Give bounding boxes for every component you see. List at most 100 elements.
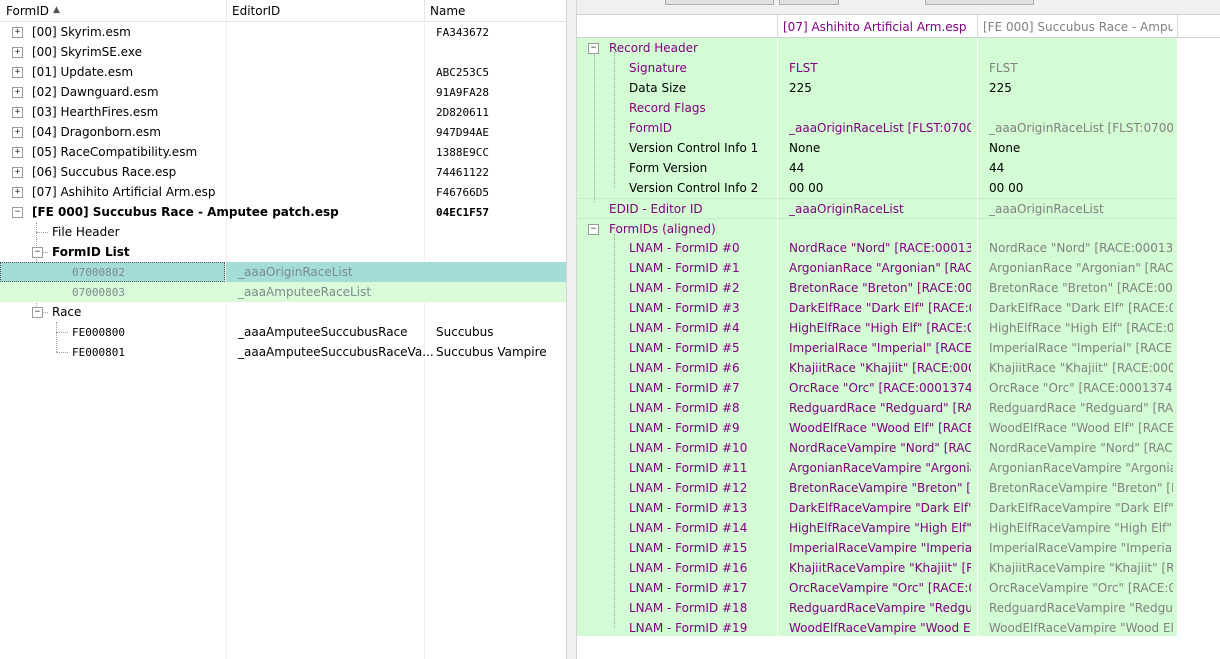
column-separator[interactable]	[226, 0, 227, 21]
field-label: LNAM - FormID #12	[629, 481, 748, 495]
record-row-lnam[interactable]: LNAM - FormID #12 BretonRaceVampire "Bre…	[577, 478, 1177, 498]
record-row-lnam[interactable]: LNAM - FormID #19 WoodElfRaceVampire "Wo…	[577, 618, 1177, 638]
record-row-lnam[interactable]: LNAM - FormID #9 WoodElfRace "Wood Elf" …	[577, 418, 1177, 438]
field-value: ImperialRace "Imperial" [RACE:0...	[789, 341, 971, 355]
record-row-lnam[interactable]: LNAM - FormID #2 BretonRace "Breton" [RA…	[577, 278, 1177, 298]
field-label: LNAM - FormID #4	[629, 321, 740, 335]
record-row-lnam[interactable]: LNAM - FormID #10 NordRaceVampire "Nord"…	[577, 438, 1177, 458]
field-label: LNAM - FormID #15	[629, 541, 748, 555]
tree-row-plugin[interactable]: + [05] RaceCompatibility.esm 1388E9CC	[0, 142, 566, 162]
tree-row-record[interactable]: FE000801 _aaaAmputeeSuccubusRaceVa... Su…	[0, 342, 566, 362]
column-separator[interactable]	[777, 15, 778, 39]
tree-row-record[interactable]: FE000800 _aaaAmputeeSuccubusRace Succubu…	[0, 322, 566, 342]
field-value-override: 44	[989, 161, 1005, 175]
expand-icon[interactable]: +	[12, 107, 23, 118]
record-view-pane[interactable]: [07] Ashihito Artificial Arm.esp [FE 000…	[577, 0, 1220, 659]
record-row-lnam[interactable]: LNAM - FormID #7 OrcRace "Orc" [RACE:000…	[577, 378, 1177, 398]
column-separator[interactable]	[1177, 15, 1178, 39]
expand-icon[interactable]: +	[12, 27, 23, 38]
record-row[interactable]: Version Control Info 1 None None	[577, 138, 1177, 158]
plugin-label: [03] HearthFires.esm	[32, 105, 159, 119]
collapse-icon[interactable]: −	[588, 43, 599, 54]
record-row[interactable]: Signature FLST FLST	[577, 58, 1177, 78]
tree-row-group[interactable]: − Race	[0, 302, 566, 322]
expand-icon[interactable]: +	[12, 47, 23, 58]
record-row[interactable]: EDID - Editor ID _aaaOriginRaceList _aaa…	[577, 198, 1177, 218]
tree-row-plugin-active[interactable]: − [FE 000] Succubus Race - Amputee patch…	[0, 202, 566, 222]
field-label: Version Control Info 1	[629, 141, 759, 155]
plugin-label: [02] Dawnguard.esm	[32, 85, 159, 99]
toolbar-button[interactable]	[925, 0, 1034, 5]
record-row-lnam[interactable]: LNAM - FormID #17 OrcRaceVampire "Orc" […	[577, 578, 1177, 598]
field-value-override: HighElfRaceVampire "High Elf" [...	[989, 521, 1173, 535]
editorid-column-header[interactable]: EditorID	[232, 4, 280, 18]
record-row-lnam[interactable]: LNAM - FormID #16 KhajiitRaceVampire "Kh…	[577, 558, 1177, 578]
field-value: OrcRaceVampire "Orc" [RACE:00...	[789, 581, 971, 595]
record-row-lnam[interactable]: LNAM - FormID #14 HighElfRaceVampire "Hi…	[577, 518, 1177, 538]
expand-icon[interactable]: +	[12, 167, 23, 178]
record-tree-pane[interactable]: FormID ▲ EditorID Name + [00] Skyrim.esm…	[0, 0, 566, 659]
tree-row-plugin[interactable]: + [06] Succubus Race.esp 74461122	[0, 162, 566, 182]
expand-icon[interactable]: +	[12, 67, 23, 78]
expand-icon[interactable]: +	[12, 127, 23, 138]
tree-row-plugin[interactable]: + [07] Ashihito Artificial Arm.esp F4676…	[0, 182, 566, 202]
expand-icon[interactable]: +	[12, 187, 23, 198]
tree-row-plugin[interactable]: + [03] HearthFires.esm 2D820611	[0, 102, 566, 122]
column-separator[interactable]	[424, 0, 425, 21]
record-row[interactable]: FormID _aaaOriginRaceList [FLST:070008..…	[577, 118, 1177, 138]
plugin-label: [00] Skyrim.esm	[32, 25, 131, 39]
record-row-lnam[interactable]: LNAM - FormID #8 RedguardRace "Redguard"…	[577, 398, 1177, 418]
field-label: LNAM - FormID #3	[629, 301, 740, 315]
record-row-group[interactable]: − Record Header	[577, 38, 1177, 58]
expand-icon[interactable]: +	[12, 147, 23, 158]
name-column-header[interactable]: Name	[430, 4, 465, 18]
record-row[interactable]: Form Version 44 44	[577, 158, 1177, 178]
tree-row-plugin[interactable]: + [00] Skyrim.esm FA343672	[0, 22, 566, 42]
field-value-override: ImperialRaceVampire "Imperial" ...	[989, 541, 1173, 555]
record-row-group[interactable]: − FormIDs (aligned)	[577, 218, 1177, 238]
tree-row-plugin[interactable]: + [01] Update.esm ABC253C5	[0, 62, 566, 82]
field-value: BretonRace "Breton" [RACE:0001...	[789, 281, 971, 295]
tree-row-plugin[interactable]: + [02] Dawnguard.esm 91A9FA28	[0, 82, 566, 102]
field-value-override: RedguardRaceVampire "Redguar...	[989, 601, 1173, 615]
plugin-column-header[interactable]: [07] Ashihito Artificial Arm.esp	[783, 20, 967, 34]
record-row[interactable]: Version Control Info 2 00 00 00 00	[577, 178, 1177, 198]
field-label: LNAM - FormID #13	[629, 501, 748, 515]
expand-icon[interactable]: +	[12, 87, 23, 98]
column-separator[interactable]	[977, 15, 978, 39]
collapse-icon[interactable]: −	[588, 224, 599, 235]
field-value: 225	[789, 81, 812, 95]
record-row-lnam[interactable]: LNAM - FormID #6 KhajiitRace "Khajiit" […	[577, 358, 1177, 378]
record-row-lnam[interactable]: LNAM - FormID #1 ArgonianRace "Argonian"…	[577, 258, 1177, 278]
tree-row-record-selected-editorid[interactable]: _aaaOriginRaceList	[226, 262, 566, 282]
record-row-lnam[interactable]: LNAM - FormID #11 ArgonianRaceVampire "A…	[577, 458, 1177, 478]
record-row[interactable]: Data Size 225 225	[577, 78, 1177, 98]
formid-column-header[interactable]: FormID	[6, 4, 49, 18]
record-row-lnam[interactable]: LNAM - FormID #15 ImperialRaceVampire "I…	[577, 538, 1177, 558]
record-row[interactable]: Record Flags	[577, 98, 1177, 118]
collapse-icon[interactable]: −	[12, 207, 23, 218]
collapse-icon[interactable]: −	[32, 307, 43, 318]
record-row-lnam[interactable]: LNAM - FormID #4 HighElfRace "High Elf" …	[577, 318, 1177, 338]
toolbar-button[interactable]	[665, 0, 774, 5]
record-editorid: _aaaAmputeeSuccubusRace	[238, 325, 408, 339]
record-row-lnam[interactable]: LNAM - FormID #13 DarkElfRaceVampire "Da…	[577, 498, 1177, 518]
field-label: LNAM - FormID #8	[629, 401, 740, 415]
toolbar-button[interactable]	[779, 0, 839, 5]
field-label: LNAM - FormID #10	[629, 441, 748, 455]
tree-row-record[interactable]: 07000803 _aaaAmputeeRaceList	[0, 282, 566, 302]
record-row-lnam[interactable]: LNAM - FormID #18 RedguardRaceVampire "R…	[577, 598, 1177, 618]
pane-splitter[interactable]	[566, 0, 577, 659]
tree-row-group[interactable]: − FormID List	[0, 242, 566, 262]
collapse-icon[interactable]: −	[32, 247, 43, 258]
plugin-column-header[interactable]: [FE 000] Succubus Race - Amput...	[983, 20, 1173, 34]
tree-row-plugin[interactable]: + [00] SkyrimSE.exe	[0, 42, 566, 62]
plugin-label: [06] Succubus Race.esp	[32, 165, 177, 179]
record-row-lnam[interactable]: LNAM - FormID #3 DarkElfRace "Dark Elf" …	[577, 298, 1177, 318]
tree-row-plugin[interactable]: + [04] Dragonborn.esm 947D94AE	[0, 122, 566, 142]
tree-row-file-header[interactable]: File Header	[0, 222, 566, 242]
record-row-lnam[interactable]: LNAM - FormID #5 ImperialRace "Imperial"…	[577, 338, 1177, 358]
record-row-lnam[interactable]: LNAM - FormID #0 NordRace "Nord" [RACE:0…	[577, 238, 1177, 258]
field-label: LNAM - FormID #0	[629, 241, 740, 255]
tree-row-record-selected[interactable]: 07000802	[0, 262, 225, 282]
